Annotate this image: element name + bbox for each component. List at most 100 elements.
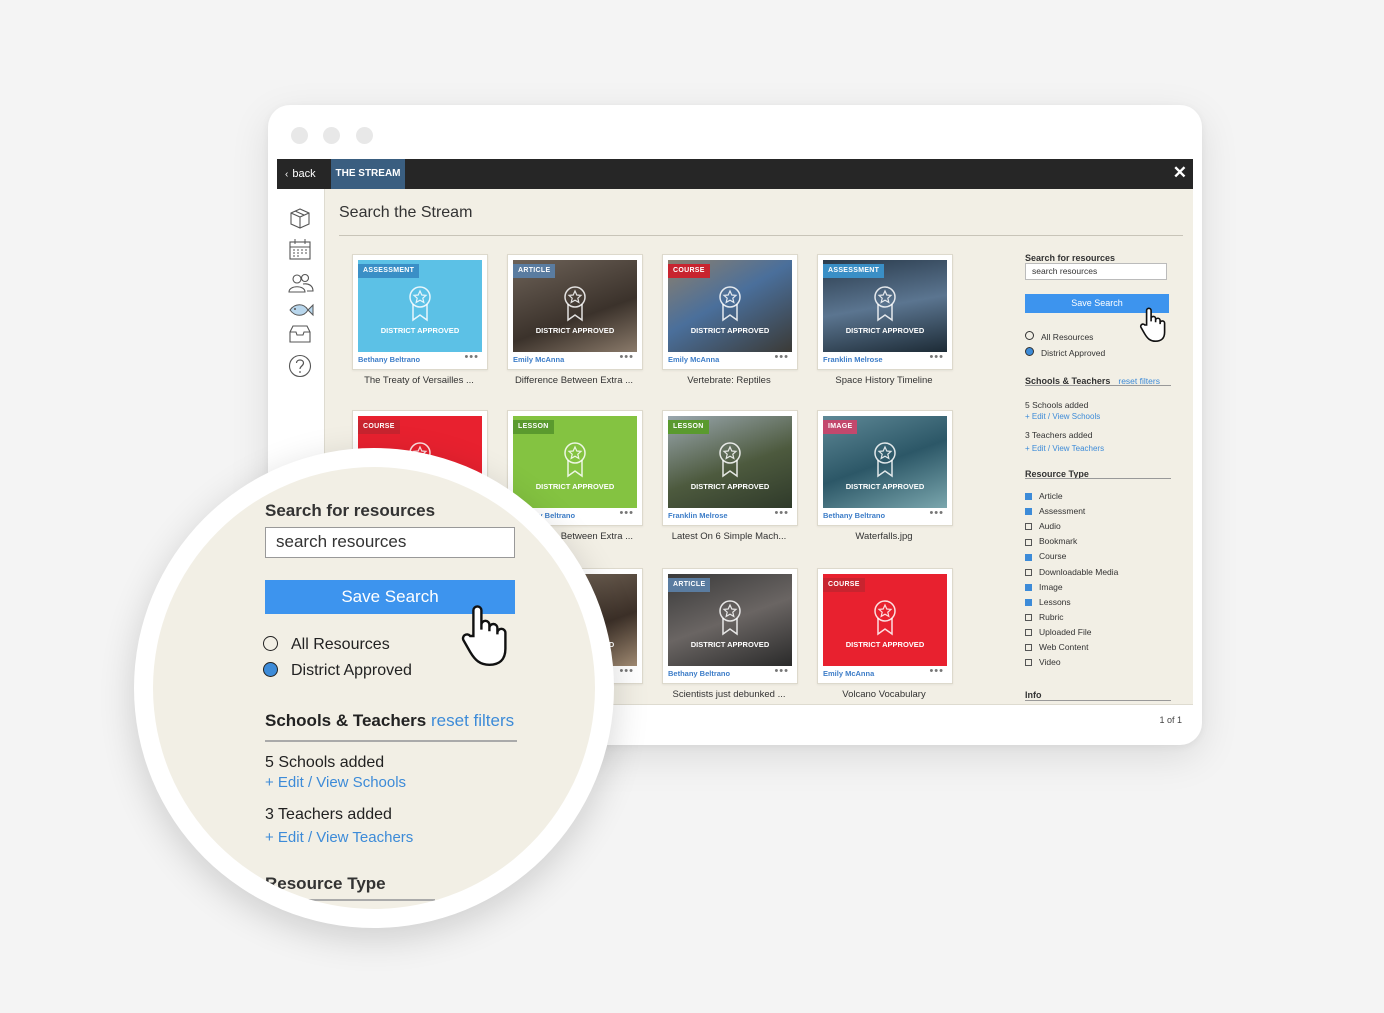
zoom-pointer-hand-icon	[461, 605, 507, 667]
resource-title[interactable]: Scientists just debunked ...	[654, 689, 804, 700]
resource-type-option[interactable]: Lessons	[1025, 596, 1071, 608]
resource-card[interactable]: ARTICLE DISTRICT APPROVED Bethany Beltrano…	[662, 568, 798, 684]
back-button[interactable]: ‹ back	[285, 159, 316, 189]
checkbox-unchecked[interactable]	[1025, 629, 1032, 637]
zoom-radio-district-approved[interactable]: District Approved	[263, 662, 412, 680]
zoom-edit-teachers-link[interactable]: + Edit / View Teachers	[265, 829, 413, 846]
resource-type-option[interactable]: Image	[1025, 581, 1063, 593]
resource-title[interactable]: Difference Between Extra ...	[499, 375, 649, 386]
resource-author[interactable]: Franklin Melrose	[668, 511, 728, 520]
checkbox-checked[interactable]	[1025, 583, 1032, 591]
resource-title[interactable]: Waterfalls.jpg	[809, 531, 959, 542]
resource-type-option[interactable]: Assessment	[1025, 505, 1085, 517]
resource-title[interactable]: The Treaty of Versailles ...	[344, 375, 494, 386]
more-options-icon[interactable]: •••	[619, 507, 634, 519]
checkbox-unchecked[interactable]	[1025, 538, 1032, 546]
resource-thumbnail[interactable]: ARTICLE DISTRICT APPROVED	[513, 260, 637, 352]
edit-teachers-link[interactable]: + Edit / View Teachers	[1025, 438, 1185, 456]
resource-type-label: Article	[1039, 491, 1063, 501]
more-options-icon[interactable]: •••	[774, 351, 789, 363]
resource-type-option[interactable]: Uploaded File	[1025, 626, 1091, 638]
resource-title[interactable]: Volcano Vocabulary	[809, 689, 959, 700]
resource-type-option[interactable]: Downloadable Media	[1025, 566, 1118, 578]
zoom-radio-all-resources[interactable]: All Resources	[263, 636, 390, 654]
resource-type-option[interactable]: Rubric	[1025, 611, 1064, 623]
resource-author[interactable]: Bethany Beltrano	[823, 511, 885, 520]
resource-type-option[interactable]: Bookmark	[1025, 535, 1077, 547]
inbox-icon[interactable]	[288, 325, 312, 343]
more-options-icon[interactable]: •••	[774, 665, 789, 677]
district-approved-label: DISTRICT APPROVED	[845, 640, 925, 649]
resource-card[interactable]: ASSESSMENT DISTRICT APPROVED Bethany Beltr…	[352, 254, 488, 370]
resource-author[interactable]: Bethany Beltrano	[668, 669, 730, 678]
checkbox-unchecked[interactable]	[1025, 568, 1032, 576]
resource-type-option[interactable]: Audio	[1025, 520, 1061, 532]
top-bar: ‹ back THE STREAM ✕	[277, 159, 1193, 189]
checkbox-checked[interactable]	[1025, 493, 1032, 501]
resource-card[interactable]: ASSESSMENT DISTRICT APPROVED Franklin Melr…	[817, 254, 953, 370]
calendar-icon[interactable]	[288, 237, 312, 261]
more-options-icon[interactable]: •••	[929, 507, 944, 519]
zoom-reset-filters-link[interactable]: reset filters	[431, 711, 514, 731]
window-dot-maximize[interactable]	[356, 127, 373, 144]
resource-type-option[interactable]: Web Content	[1025, 641, 1088, 653]
radio-district-approved[interactable]: District Approved	[1025, 343, 1185, 361]
tab-the-stream[interactable]: THE STREAM	[331, 159, 405, 189]
help-icon[interactable]	[288, 354, 312, 378]
resource-author[interactable]: Emily McAnna	[823, 669, 874, 678]
edit-schools-link[interactable]: + Edit / View Schools	[1025, 406, 1185, 424]
window-dot-close[interactable]	[291, 127, 308, 144]
window-dot-minimize[interactable]	[323, 127, 340, 144]
checkbox-unchecked[interactable]	[1025, 644, 1032, 652]
resource-card[interactable]: LESSON DISTRICT APPROVED Franklin Melrose •…	[662, 410, 798, 526]
resource-card[interactable]: IMAGE DISTRICT APPROVED Bethany Beltrano ••…	[817, 410, 953, 526]
district-approved-label: DISTRICT APPROVED	[380, 326, 460, 335]
resource-thumbnail[interactable]: LESSON DISTRICT APPROVED	[668, 416, 792, 508]
resource-thumbnail[interactable]: COURSE DISTRICT APPROVED	[668, 260, 792, 352]
more-options-icon[interactable]: •••	[464, 351, 479, 363]
close-icon[interactable]: ✕	[1173, 163, 1187, 183]
resource-title[interactable]: Space History Timeline	[809, 375, 959, 386]
zoom-edit-schools-link[interactable]: + Edit / View Schools	[265, 774, 406, 791]
fish-icon[interactable]	[288, 303, 314, 317]
checkbox-checked[interactable]	[1025, 508, 1032, 516]
more-options-icon[interactable]: •••	[929, 351, 944, 363]
checkbox-unchecked[interactable]	[1025, 659, 1032, 667]
checkbox-checked[interactable]	[1025, 553, 1032, 561]
resource-type-option[interactable]: Video	[1025, 656, 1061, 668]
checkbox-checked[interactable]	[1025, 598, 1032, 606]
resource-thumbnail[interactable]: COURSE DISTRICT APPROVED	[823, 574, 947, 666]
resource-type-option[interactable]: Course	[1025, 550, 1066, 562]
resource-thumbnail[interactable]: IMAGE DISTRICT APPROVED	[823, 416, 947, 508]
more-options-icon[interactable]: •••	[774, 507, 789, 519]
checkbox-unchecked[interactable]	[1025, 614, 1032, 622]
resource-card[interactable]: ARTICLE DISTRICT APPROVED Emily McAnna •••	[507, 254, 643, 370]
resource-type-label: Lessons	[1039, 596, 1071, 607]
users-icon[interactable]	[288, 273, 314, 293]
more-options-icon[interactable]: •••	[929, 665, 944, 677]
pagination: 1 of 1	[1159, 715, 1182, 725]
zoom-search-input[interactable]: search resources	[265, 527, 515, 558]
more-options-icon[interactable]: •••	[619, 665, 634, 677]
resource-thumbnail[interactable]: ASSESSMENT DISTRICT APPROVED	[358, 260, 482, 352]
resource-author[interactable]: Emily McAnna	[513, 355, 564, 364]
checkbox-unchecked[interactable]	[1025, 523, 1032, 531]
resource-card[interactable]: COURSE DISTRICT APPROVED Emily McAnna •••	[817, 568, 953, 684]
more-options-icon[interactable]: •••	[619, 351, 634, 363]
resource-title[interactable]: Vertebrate: Reptiles	[654, 375, 804, 386]
resource-type-label: Downloadable Media	[1039, 566, 1119, 577]
resource-thumbnail[interactable]: LESSON DISTRICT APPROVED	[513, 416, 637, 508]
resource-author[interactable]: Emily McAnna	[668, 355, 719, 364]
resource-author[interactable]: Bethany Beltrano	[358, 355, 420, 364]
package-icon[interactable]	[288, 207, 312, 229]
divider	[1025, 700, 1171, 701]
resource-card[interactable]: COURSE DISTRICT APPROVED Emily McAnna •••	[662, 254, 798, 370]
search-input[interactable]: search resources	[1025, 263, 1167, 280]
resource-thumbnail[interactable]: ARTICLE DISTRICT APPROVED	[668, 574, 792, 666]
resource-author[interactable]: Franklin Melrose	[823, 355, 883, 364]
resource-title[interactable]: Latest On 6 Simple Mach...	[654, 531, 804, 542]
radio-on	[1025, 347, 1034, 357]
resource-type-option[interactable]: Article	[1025, 490, 1063, 502]
resource-thumbnail[interactable]: ASSESSMENT DISTRICT APPROVED	[823, 260, 947, 352]
resource-type-badge: COURSE	[358, 420, 400, 434]
